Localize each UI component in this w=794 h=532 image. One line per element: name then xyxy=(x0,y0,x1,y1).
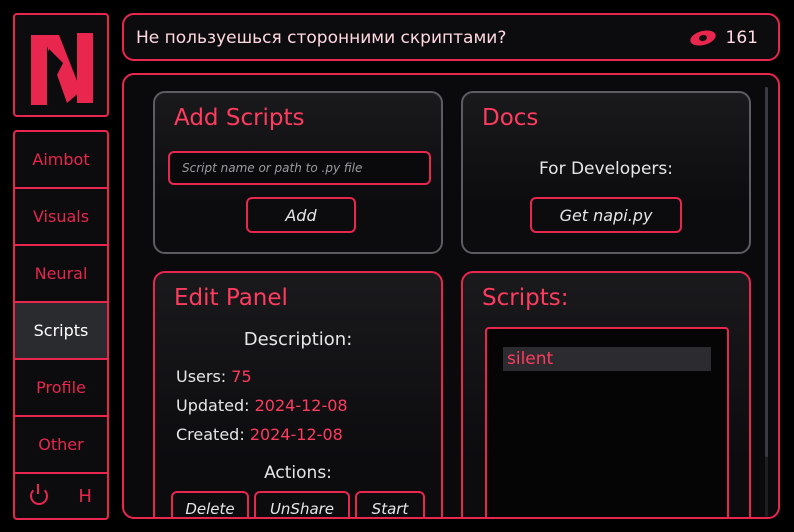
created-value: 2024-12-08 xyxy=(249,425,343,444)
delete-button[interactable]: Delete xyxy=(171,491,249,517)
n-logo-icon xyxy=(31,33,93,105)
description-label: Description: xyxy=(243,329,353,350)
hotkey-label[interactable]: H xyxy=(78,486,92,507)
sidebar-item-scripts[interactable]: Scripts xyxy=(15,303,107,360)
header-title: Не пользуешься сторонними скриптами? xyxy=(136,28,507,48)
list-item[interactable]: silent xyxy=(503,347,711,371)
unshare-button[interactable]: UnShare xyxy=(254,491,350,517)
sidebar-item-aimbot[interactable]: Aimbot xyxy=(15,132,107,189)
sidebar-item-visuals[interactable]: Visuals xyxy=(15,189,107,246)
created-row: Created: 2024-12-08 xyxy=(176,425,343,444)
users-value: 75 xyxy=(231,367,252,386)
docs-title: Docs xyxy=(482,105,539,131)
docs-card: Docs For Developers: Get napi.py xyxy=(461,91,751,254)
add-scripts-card: Add Scripts Add xyxy=(153,91,443,254)
power-icon[interactable] xyxy=(30,484,49,505)
updated-row: Updated: 2024-12-08 xyxy=(176,396,348,415)
eye-icon xyxy=(688,27,718,49)
header-bar: Не пользуешься сторонними скриптами? 161 xyxy=(122,13,780,61)
scrollbar-thumb[interactable] xyxy=(765,87,768,457)
logo xyxy=(13,13,109,117)
add-scripts-title: Add Scripts xyxy=(174,105,305,131)
script-path-input[interactable] xyxy=(168,151,431,185)
sidebar-item-profile[interactable]: Profile xyxy=(15,360,107,417)
main-panel: Add Scripts Add Docs For Developers: Get… xyxy=(122,73,780,519)
scripts-card: Scripts: silent xyxy=(461,271,751,517)
docs-subtitle: For Developers: xyxy=(539,159,673,179)
view-count: 161 xyxy=(725,28,758,48)
start-button[interactable]: Start xyxy=(355,491,425,517)
scrollbar[interactable] xyxy=(765,87,768,517)
scripts-list[interactable]: silent xyxy=(485,327,729,517)
users-row: Users: 75 xyxy=(176,367,252,386)
get-napi-button[interactable]: Get napi.py xyxy=(530,197,682,233)
sidebar-footer: H xyxy=(15,474,107,518)
updated-label: Updated: xyxy=(176,396,250,415)
actions-label: Actions: xyxy=(264,463,332,483)
sidebar: Aimbot Visuals Neural Scripts Profile Ot… xyxy=(13,130,109,520)
sidebar-item-neural[interactable]: Neural xyxy=(15,246,107,303)
sidebar-item-other[interactable]: Other xyxy=(15,417,107,474)
edit-panel-card: Edit Panel Description: Users: 75 Update… xyxy=(153,271,443,517)
add-button[interactable]: Add xyxy=(246,197,356,233)
edit-panel-title: Edit Panel xyxy=(174,285,288,311)
created-label: Created: xyxy=(176,425,245,444)
updated-value: 2024-12-08 xyxy=(254,396,348,415)
users-label: Users: xyxy=(176,367,227,386)
scripts-title: Scripts: xyxy=(482,285,569,311)
